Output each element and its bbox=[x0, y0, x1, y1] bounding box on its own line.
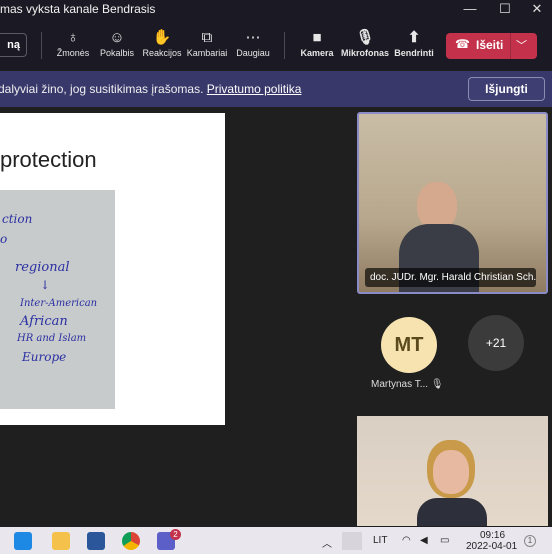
note-line: HR and Islam bbox=[17, 333, 87, 344]
reactions-label: Reakcijos bbox=[142, 48, 182, 58]
chevron-up-icon[interactable]: ︿ bbox=[322, 535, 332, 550]
share-button[interactable]: ⬆ Bendrinti bbox=[388, 28, 440, 68]
more-participants-button[interactable]: +21 bbox=[468, 315, 524, 371]
chat-label: Pokalbis bbox=[99, 48, 135, 58]
participant-body bbox=[417, 498, 487, 526]
participant-name: doc. JUDr. Mgr. Harald Christian Sch... bbox=[365, 268, 536, 287]
note-line: o bbox=[0, 232, 8, 246]
banner-message: dalyviai žino, jog susitikimas įrašomas.… bbox=[0, 82, 301, 96]
notification-count[interactable]: 1 bbox=[524, 535, 536, 547]
note-line: ↓ bbox=[40, 278, 51, 292]
speaker-icon[interactable]: ◀ bbox=[420, 535, 428, 546]
leave-divider bbox=[510, 33, 511, 59]
windows-taskbar: 2 ︿ LIT ◠ ◀ ▭ 09:16 2022-04-01 1 bbox=[0, 527, 552, 554]
banner-text: dalyviai žino, jog susitikimas įrašomas. bbox=[0, 82, 204, 96]
mic-off-icon: 🎙 bbox=[430, 379, 444, 390]
participant-video-tile[interactable] bbox=[357, 416, 548, 526]
privacy-link[interactable]: Privatumo politika bbox=[207, 82, 302, 96]
mic-button[interactable]: 🎙 Mikrofonas bbox=[339, 28, 391, 68]
rooms-label: Kambariai bbox=[186, 48, 228, 58]
clock-date[interactable]: 2022-04-01 bbox=[466, 541, 517, 552]
camera-label: Kamera bbox=[300, 48, 334, 58]
participant-video-tile[interactable]: doc. JUDr. Mgr. Harald Christian Sch... bbox=[357, 112, 548, 294]
more-button[interactable]: ⋯ Daugiau bbox=[227, 28, 279, 68]
participant-face bbox=[417, 182, 457, 230]
participant-name: Martynas T... 🎙 bbox=[371, 379, 444, 390]
phone-hangup-icon: ☎ bbox=[455, 37, 470, 51]
camera-icon: ■ bbox=[312, 29, 322, 46]
share-icon: ⬆ bbox=[407, 29, 421, 46]
chrome-icon[interactable] bbox=[122, 532, 140, 550]
recording-banner: dalyviai žino, jog susitikimas įrašomas.… bbox=[0, 71, 552, 107]
battery-icon[interactable]: ▭ bbox=[440, 535, 449, 546]
toolbar-divider bbox=[284, 32, 285, 59]
shared-slide: protection ction o regional ↓ Inter-Amer… bbox=[0, 113, 225, 425]
meeting-toolbar: ną ♁ Žmonės ☺ Pokalbis ✋ Reakcijos ⧉ Kam… bbox=[0, 19, 552, 70]
file-explorer-icon[interactable] bbox=[52, 532, 70, 550]
layout-button[interactable]: ną bbox=[0, 33, 27, 57]
note-line: regional bbox=[15, 260, 70, 275]
share-label: Bendrinti bbox=[394, 48, 434, 58]
title-bar: mas vyksta kanale Bendrasis — ☐ ✕ bbox=[0, 0, 552, 19]
maximize-button[interactable]: ☐ bbox=[487, 0, 523, 19]
mt-name-text: Martynas T... bbox=[371, 379, 429, 390]
close-button[interactable]: ✕ bbox=[519, 0, 552, 19]
mic-off-icon: 🎙 bbox=[355, 29, 375, 46]
dismiss-banner-button[interactable]: Išjungti bbox=[468, 77, 545, 101]
rooms-icon: ⧉ bbox=[201, 29, 213, 46]
more-icon: ⋯ bbox=[245, 29, 261, 46]
leave-label: Išeiti bbox=[476, 38, 504, 52]
mic-label: Mikrofonas bbox=[340, 48, 389, 58]
avatar[interactable]: MT bbox=[381, 317, 437, 373]
leave-button[interactable]: ☎ Išeiti ﹀ bbox=[446, 33, 537, 59]
note-line: Inter-American bbox=[20, 298, 98, 309]
mic-off-tray-icon[interactable] bbox=[342, 532, 362, 550]
note-line: Europe bbox=[22, 350, 67, 364]
clock-time[interactable]: 09:16 bbox=[480, 530, 505, 541]
note-line: African bbox=[20, 314, 68, 329]
minimize-button[interactable]: — bbox=[452, 0, 488, 19]
participant-face bbox=[433, 450, 469, 494]
teams-badge: 2 bbox=[170, 529, 181, 540]
handwritten-note-photo: ction o regional ↓ Inter-American Africa… bbox=[0, 190, 115, 409]
slide-heading: protection bbox=[0, 147, 97, 172]
toolbar-divider bbox=[41, 32, 42, 59]
window-title: mas vyksta kanale Bendrasis bbox=[0, 2, 156, 16]
note-line: ction bbox=[2, 212, 33, 226]
wifi-icon[interactable]: ◠ bbox=[402, 535, 411, 546]
chevron-down-icon[interactable]: ﹀ bbox=[516, 37, 527, 53]
language-indicator[interactable]: LIT bbox=[373, 535, 387, 546]
rooms-button[interactable]: ⧉ Kambariai bbox=[181, 28, 233, 68]
people-label: Žmonės bbox=[56, 48, 90, 58]
store-icon[interactable] bbox=[14, 532, 32, 550]
camera-button[interactable]: ■ Kamera bbox=[291, 28, 343, 68]
word-icon[interactable] bbox=[87, 532, 105, 550]
more-label: Daugiau bbox=[236, 48, 270, 58]
